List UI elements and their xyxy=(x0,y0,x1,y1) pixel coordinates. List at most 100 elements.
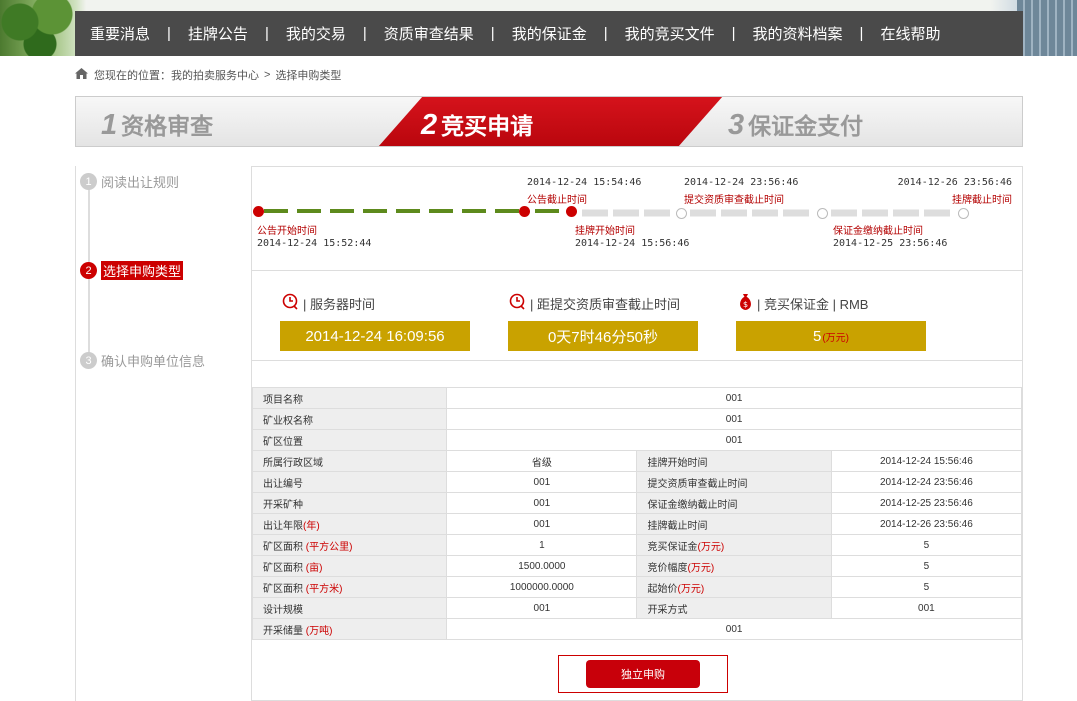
table-row: 矿区面积 (平方公里) 1 竞买保证金(万元) 5 xyxy=(251,534,1023,556)
nav-item-help[interactable]: 在线帮助 xyxy=(880,23,940,44)
table-row: 设计规模 001 开采方式 001 xyxy=(251,597,1023,619)
status-panel: | 服务器时间 2014-12-24 16:09:56 | 距提交资质审查截止时… xyxy=(252,271,1022,361)
substep-select-type[interactable]: 2 选择申购类型 xyxy=(80,261,184,280)
table-row: 出让编号 001 提交资质审查截止时间 2014-12-24 23:56:46 xyxy=(251,471,1023,493)
step-deposit-payment: 3 保证金支付 xyxy=(728,109,864,141)
table-row: 开采储量 (万吨) 001 xyxy=(251,618,1022,640)
breadcrumb-separator: > xyxy=(264,69,271,81)
milestone-dot-review-deadline xyxy=(676,208,687,219)
substep-read-rules[interactable]: 1 阅读出让规则 xyxy=(80,172,179,191)
field-label: 出让编号 xyxy=(251,471,448,493)
field-label: 矿区面积 (亩) xyxy=(251,555,448,577)
main-nav: 重要消息 | 挂牌公告 | 我的交易 | 资质审查结果 | 我的保证金 | 我的竞买文件 |… xyxy=(75,11,1023,56)
field-value: 001 xyxy=(830,597,1023,619)
nav-item-news[interactable]: 重要消息 xyxy=(90,23,150,44)
table-row: 矿区面积 (平方米) 1000000.0000 起始价(万元) 5 xyxy=(251,576,1023,598)
table-row: 矿业权名称 001 xyxy=(251,408,1022,430)
nav-item-bid-files[interactable]: 我的竞买文件 xyxy=(625,23,715,44)
milestone-dot-listing-end xyxy=(958,208,969,219)
field-value: 1500.0000 xyxy=(446,555,638,577)
field-label: 项目名称 xyxy=(251,387,448,409)
field-label: 开采储量 (万吨) xyxy=(251,618,448,640)
deposit-amount: 5 xyxy=(812,327,822,345)
countdown-value: 0天7时46分50秒 xyxy=(508,321,698,351)
nav-item-trades[interactable]: 我的交易 xyxy=(286,23,346,44)
field-label: 竞价幅度(万元) xyxy=(636,555,832,577)
breadcrumb: 您现在的位置： 我的拍卖服务中心 > 选择申购类型 xyxy=(75,67,341,83)
field-label: 提交资质审查截止时间 xyxy=(636,471,832,493)
announce-start-label: 公告开始时间 xyxy=(257,226,317,237)
field-value: 001 xyxy=(446,429,1022,451)
breadcrumb-current: 选择申购类型 xyxy=(275,70,342,82)
field-value: 省级 xyxy=(446,450,638,472)
deposit-deadline-time: 2014-12-25 23:56:46 xyxy=(833,238,948,249)
field-value: 001 xyxy=(446,513,638,535)
field-label: 矿区面积 (平方米) xyxy=(251,576,448,598)
field-value: 1 xyxy=(446,534,638,556)
clock-icon xyxy=(282,293,299,313)
field-value: 2014-12-24 23:56:46 xyxy=(830,471,1023,493)
field-value: 5 xyxy=(830,555,1023,577)
substep-sidebar: 1 阅读出让规则 2 选择申购类型 3 确认申购单位信息 xyxy=(75,166,252,701)
table-row: 矿区位置 001 xyxy=(251,429,1022,451)
independent-bid-button[interactable]: 独立申购 xyxy=(586,660,700,688)
field-value: 1000000.0000 xyxy=(446,576,638,598)
nav-item-deposit[interactable]: 我的保证金 xyxy=(512,23,587,44)
server-time-heading: | 服务器时间 xyxy=(282,293,375,313)
field-value: 2014-12-26 23:56:46 xyxy=(830,513,1023,535)
nav-separator: | xyxy=(264,25,269,42)
substep-confirm-info[interactable]: 3 确认申购单位信息 xyxy=(80,351,205,370)
listing-start-label: 挂牌开始时间 xyxy=(575,226,635,237)
field-label: 保证金缴纳截止时间 xyxy=(636,492,832,514)
nav-separator: | xyxy=(603,25,608,42)
nav-separator: | xyxy=(490,25,495,42)
countdown-heading: | 距提交资质审查截止时间 xyxy=(509,293,680,313)
announce-start-time: 2014-12-24 15:52:44 xyxy=(257,238,372,249)
nav-separator: | xyxy=(362,25,367,42)
table-row: 所属行政区域 省级 挂牌开始时间 2014-12-24 15:56:46 xyxy=(251,450,1023,472)
deposit-deadline-label: 保证金缴纳截止时间 xyxy=(833,226,923,237)
milestone-dot-announce-start xyxy=(253,206,264,217)
table-row: 项目名称 001 xyxy=(251,387,1022,409)
field-label: 开采方式 xyxy=(636,597,832,619)
review-deadline-time: 2014-12-24 23:56:46 xyxy=(684,177,799,188)
field-label: 设计规模 xyxy=(251,597,448,619)
field-label: 所属行政区域 xyxy=(251,450,448,472)
field-label: 挂牌截止时间 xyxy=(636,513,832,535)
svg-text:$: $ xyxy=(743,300,748,309)
milestone-dot-announce-end xyxy=(519,206,530,217)
review-deadline-label: 提交资质审查截止时间 xyxy=(684,195,784,206)
project-details-table: 项目名称 001 矿业权名称 001 矿区位置 001 所属行政区域 省级 挂牌开始时间 2… xyxy=(251,387,1023,640)
home-icon xyxy=(75,68,88,82)
field-label: 矿区位置 xyxy=(251,429,448,451)
breadcrumb-home[interactable]: 我的拍卖服务中心 xyxy=(171,67,259,83)
main-panel: 2014-12-24 15:54:46 公告截止时间 2014-12-24 23… xyxy=(251,166,1023,701)
table-row: 开采矿种 001 保证金缴纳截止时间 2014-12-25 23:56:46 xyxy=(251,492,1023,514)
step-progress-bar: 1 资格审查 2 竞买申请 3 保证金支付 xyxy=(75,96,1023,147)
auction-timeline: 2014-12-24 15:54:46 公告截止时间 2014-12-24 23… xyxy=(252,167,1022,271)
field-label: 挂牌开始时间 xyxy=(636,450,832,472)
field-value: 001 xyxy=(446,408,1022,430)
submit-frame: 独立申购 xyxy=(558,655,728,693)
field-value: 2014-12-25 23:56:46 xyxy=(830,492,1023,514)
field-value: 001 xyxy=(446,597,638,619)
nav-separator: | xyxy=(167,25,171,42)
field-label: 竞买保证金(万元) xyxy=(636,534,832,556)
field-value: 5 xyxy=(830,576,1023,598)
milestone-dot-deposit-deadline xyxy=(817,208,828,219)
announce-end-label: 公告截止时间 xyxy=(527,195,587,206)
field-value: 5 xyxy=(830,534,1023,556)
clock-icon xyxy=(509,293,526,313)
step-qualification: 1 资格审查 xyxy=(101,109,214,141)
nav-item-archive[interactable]: 我的资料档案 xyxy=(753,23,843,44)
field-value: 001 xyxy=(446,471,638,493)
field-value: 2014-12-24 15:56:46 xyxy=(830,450,1023,472)
nav-separator: | xyxy=(859,25,864,42)
field-label: 矿业权名称 xyxy=(251,408,448,430)
nav-item-listing[interactable]: 挂牌公告 xyxy=(188,23,248,44)
step-bid-application: 2 竞买申请 xyxy=(421,109,534,141)
deposit-heading: $ | 竞买保证金 | RMB xyxy=(738,293,868,314)
listing-end-label: 挂牌截止时间 xyxy=(952,195,1012,206)
nav-item-review[interactable]: 资质审查结果 xyxy=(384,23,474,44)
table-row: 矿区面积 (亩) 1500.0000 竞价幅度(万元) 5 xyxy=(251,555,1023,577)
